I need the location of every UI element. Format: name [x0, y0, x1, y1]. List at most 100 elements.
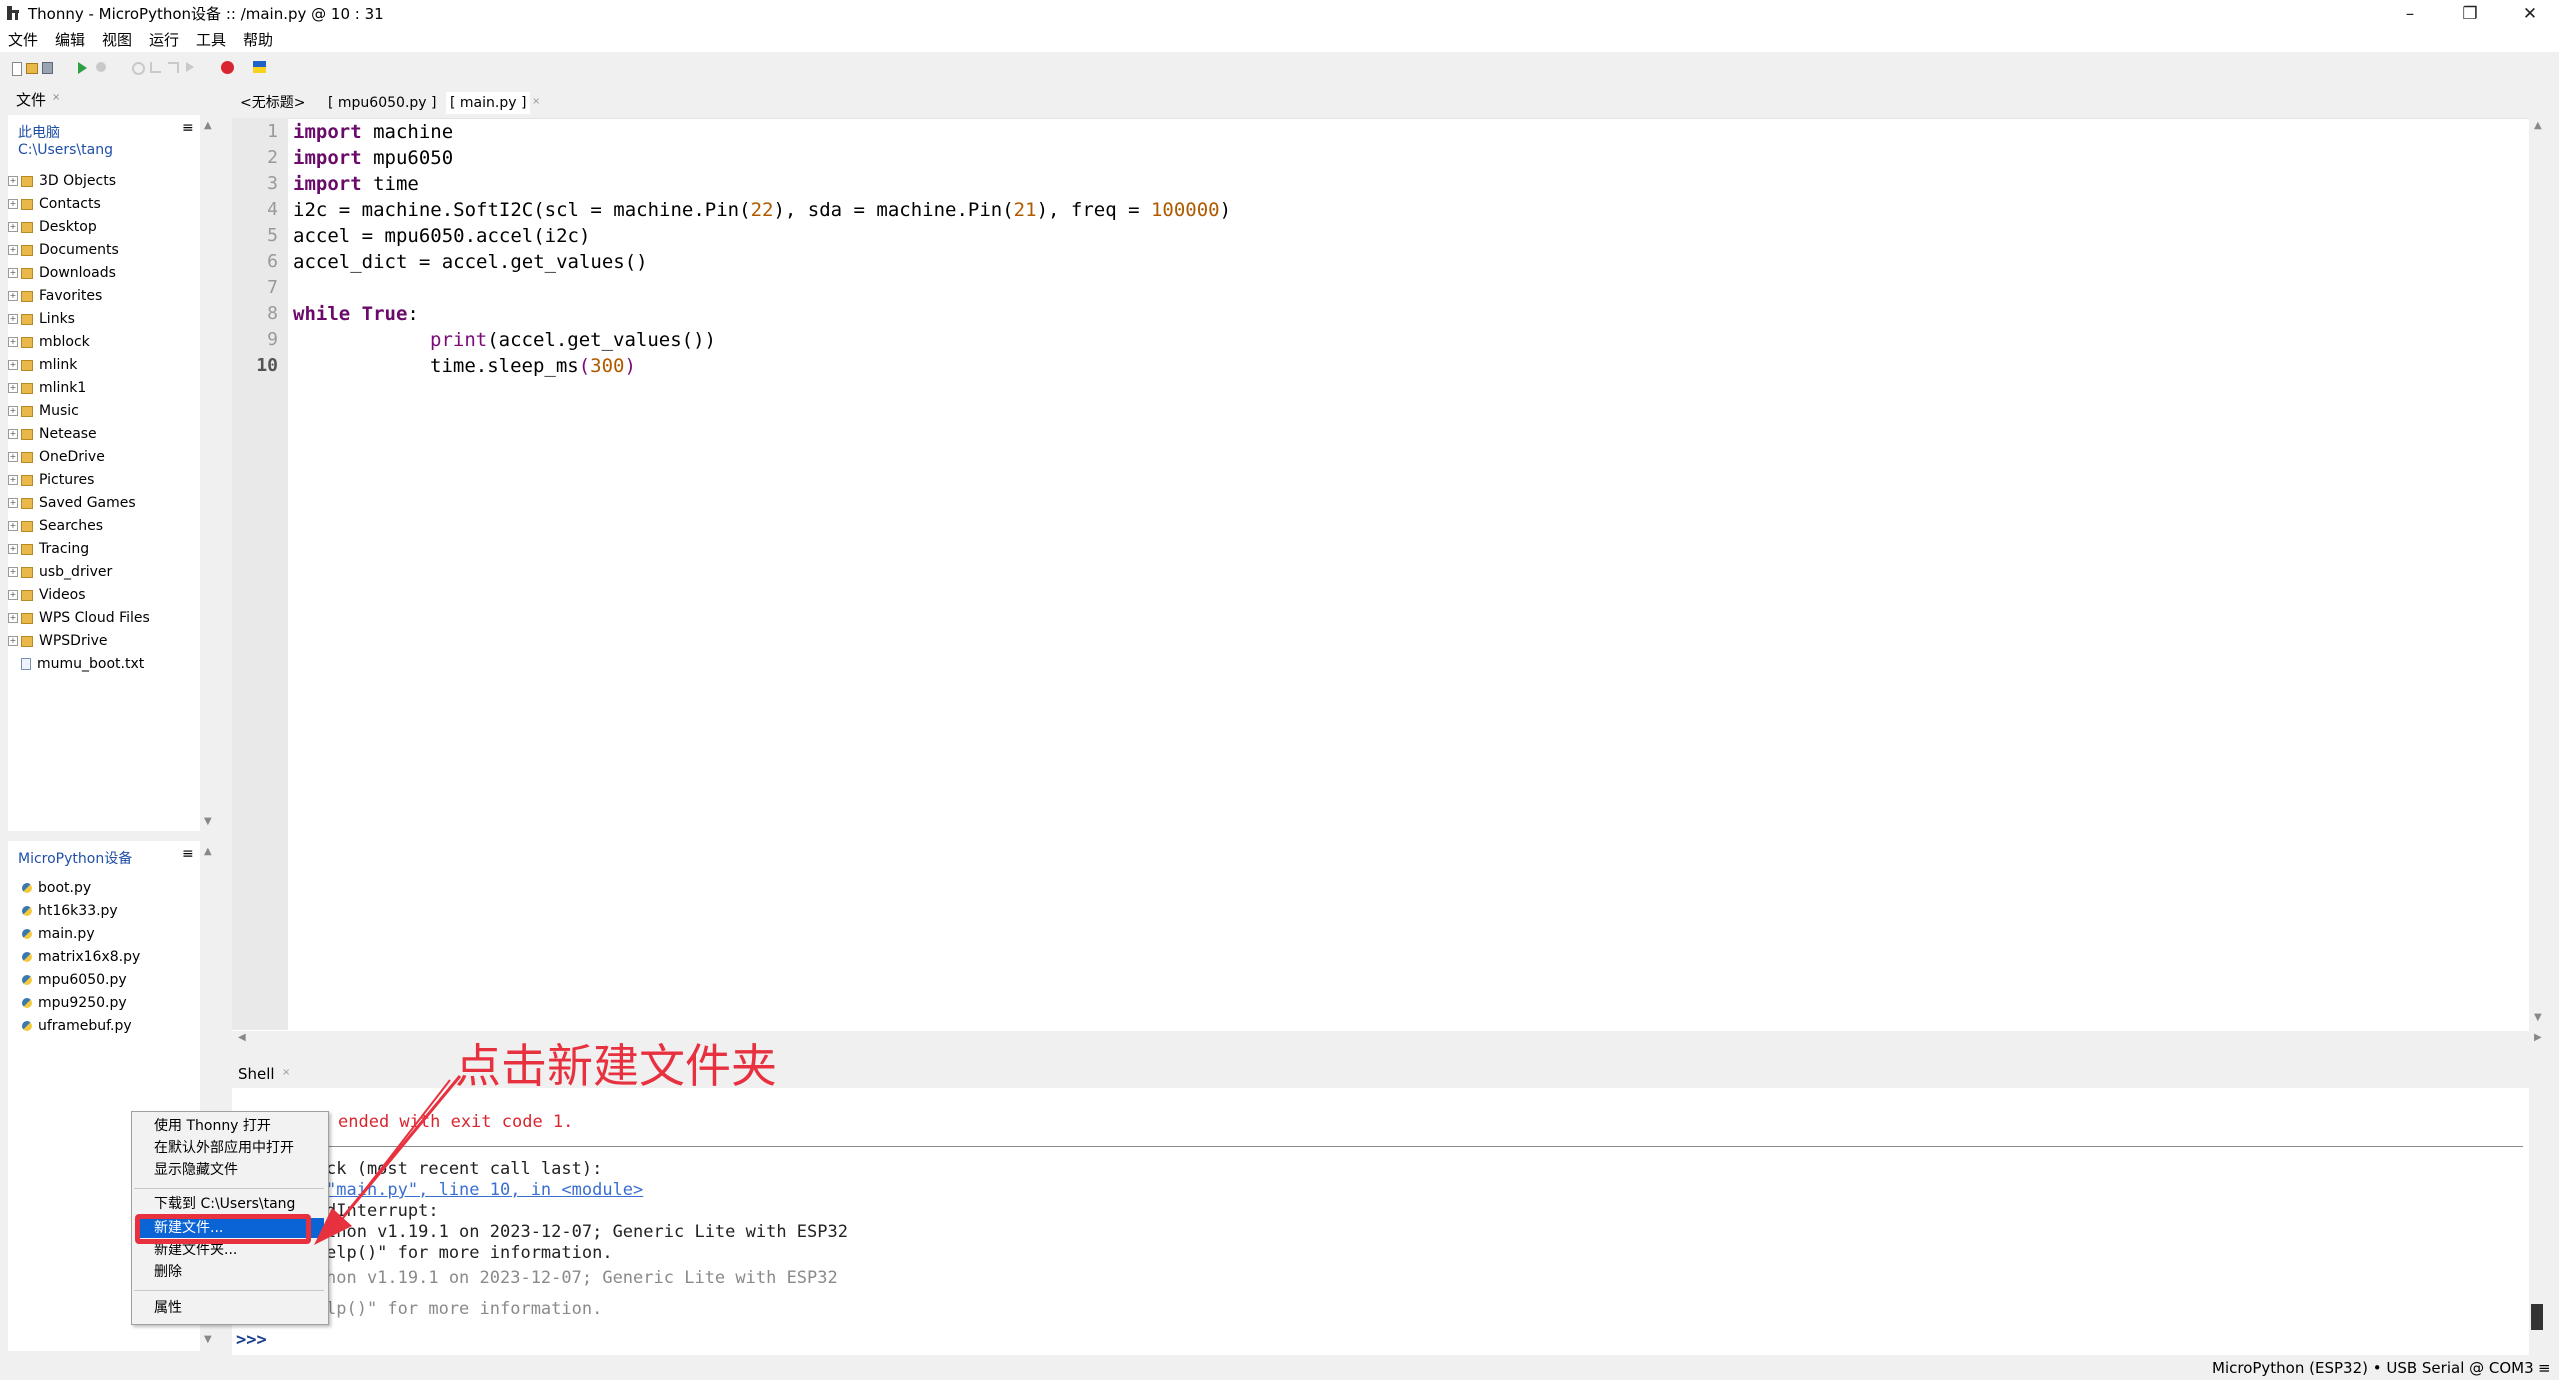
tree-item[interactable]: + Tracing: [8, 538, 150, 561]
shell-prompt[interactable]: >>>: [236, 1330, 267, 1351]
expand-icon[interactable]: +: [8, 360, 18, 370]
tree-item[interactable]: + Searches: [8, 515, 150, 538]
step-over-icon[interactable]: [132, 62, 145, 75]
expand-icon[interactable]: +: [8, 199, 18, 209]
tree-item[interactable]: + Desktop: [8, 216, 150, 239]
expand-icon[interactable]: +: [8, 268, 18, 278]
menu-edit[interactable]: 编辑: [55, 30, 85, 50]
shell-scrollbar-thumb[interactable]: [2531, 1304, 2543, 1330]
device-file-item[interactable]: uframebuf.py: [22, 1015, 140, 1038]
tree-item[interactable]: mumu_boot.txt: [8, 653, 150, 676]
menu-view[interactable]: 视图: [102, 30, 132, 50]
restore-button[interactable]: ❐: [2440, 0, 2500, 28]
tab-main[interactable]: [ main.py ]: [446, 92, 531, 114]
menu-open-external[interactable]: 在默认外部应用中打开: [154, 1138, 294, 1158]
expand-icon[interactable]: +: [8, 176, 18, 186]
tree-item[interactable]: + Links: [8, 308, 150, 331]
expand-icon[interactable]: +: [8, 567, 18, 577]
run-icon[interactable]: [78, 62, 87, 74]
menu-run[interactable]: 运行: [149, 30, 179, 50]
minimize-button[interactable]: –: [2380, 0, 2440, 28]
expand-icon[interactable]: +: [8, 406, 18, 416]
tree-item[interactable]: + WPS Cloud Files: [8, 607, 150, 630]
tree-item[interactable]: + usb_driver: [8, 561, 150, 584]
device-scroll-down-icon[interactable]: ▼: [204, 1334, 212, 1345]
expand-icon[interactable]: +: [8, 498, 18, 508]
current-path[interactable]: C:\Users\tang: [18, 142, 113, 158]
status-menu-icon[interactable]: ≡: [2538, 1358, 2551, 1378]
open-file-icon[interactable]: [26, 63, 38, 74]
menu-properties[interactable]: 属性: [154, 1298, 182, 1318]
step-out-icon[interactable]: [168, 62, 179, 73]
device-menu-icon[interactable]: ≡: [182, 846, 194, 862]
tree-item[interactable]: +3D Objects: [8, 170, 150, 193]
this-pc-label[interactable]: 此电脑: [18, 122, 60, 142]
device-file-item[interactable]: mpu9250.py: [22, 992, 140, 1015]
files-tab-close-icon[interactable]: ×: [52, 92, 60, 103]
interpreter-status[interactable]: MicroPython (ESP32) • USB Serial @ COM3: [2212, 1358, 2534, 1378]
device-file-item[interactable]: matrix16x8.py: [22, 946, 140, 969]
menu-help[interactable]: 帮助: [243, 30, 273, 50]
tab-close-icon[interactable]: ×: [532, 96, 540, 107]
tree-item[interactable]: + Favorites: [8, 285, 150, 308]
shell-tab[interactable]: Shell: [238, 1064, 275, 1084]
expand-icon[interactable]: +: [8, 337, 18, 347]
micropython-device-label[interactable]: MicroPython设备: [18, 848, 132, 868]
stop-icon[interactable]: [221, 61, 234, 74]
shell-tab-close-icon[interactable]: ×: [282, 1067, 290, 1078]
device-file-item[interactable]: mpu6050.py: [22, 969, 140, 992]
expand-icon[interactable]: +: [8, 383, 18, 393]
editor-scroll-left-icon[interactable]: ◀: [238, 1032, 246, 1043]
tree-item[interactable]: + Videos: [8, 584, 150, 607]
resume-icon[interactable]: [186, 62, 194, 72]
new-file-icon[interactable]: [12, 62, 22, 76]
scroll-up-icon[interactable]: ▲: [204, 120, 212, 131]
tree-item[interactable]: + Downloads: [8, 262, 150, 285]
expand-icon[interactable]: +: [8, 222, 18, 232]
files-tab[interactable]: 文件: [16, 90, 46, 110]
device-file-item[interactable]: main.py: [22, 923, 140, 946]
expand-icon[interactable]: +: [8, 245, 18, 255]
expand-icon[interactable]: +: [8, 613, 18, 623]
tree-item[interactable]: + Music: [8, 400, 150, 423]
expand-icon[interactable]: +: [8, 291, 18, 301]
local-menu-icon[interactable]: ≡: [182, 120, 194, 136]
expand-icon[interactable]: +: [8, 590, 18, 600]
tree-item[interactable]: + mlink: [8, 354, 150, 377]
save-icon[interactable]: [42, 62, 53, 74]
tree-item[interactable]: + Documents: [8, 239, 150, 262]
editor-scroll-down-icon[interactable]: ▼: [2534, 1012, 2542, 1023]
debug-icon[interactable]: [96, 62, 106, 72]
tree-item[interactable]: + Pictures: [8, 469, 150, 492]
tree-item[interactable]: + Contacts: [8, 193, 150, 216]
expand-icon[interactable]: +: [8, 521, 18, 531]
expand-icon[interactable]: +: [8, 452, 18, 462]
tab-untitled[interactable]: <无标题>: [240, 92, 305, 114]
menu-file[interactable]: 文件: [8, 30, 38, 50]
tree-item[interactable]: + mlink1: [8, 377, 150, 400]
tree-item[interactable]: + mblock: [8, 331, 150, 354]
tree-item[interactable]: + Saved Games: [8, 492, 150, 515]
menu-tools[interactable]: 工具: [196, 30, 226, 50]
expand-icon[interactable]: +: [8, 636, 18, 646]
menu-download-to[interactable]: 下载到 C:\Users\tang: [154, 1194, 295, 1214]
menu-open-in-thonny[interactable]: 使用 Thonny 打开: [154, 1116, 271, 1136]
close-button[interactable]: ✕: [2500, 0, 2559, 28]
device-file-item[interactable]: boot.py: [22, 877, 140, 900]
expand-icon[interactable]: +: [8, 314, 18, 324]
editor-scroll-right-icon[interactable]: ▶: [2534, 1032, 2542, 1043]
tree-item[interactable]: + Netease: [8, 423, 150, 446]
expand-icon[interactable]: +: [8, 429, 18, 439]
tab-mpu6050[interactable]: [ mpu6050.py ]: [328, 92, 436, 114]
tree-item[interactable]: + WPSDrive: [8, 630, 150, 653]
menu-delete[interactable]: 删除: [154, 1262, 182, 1282]
menu-show-hidden[interactable]: 显示隐藏文件: [154, 1160, 238, 1180]
tree-item[interactable]: + OneDrive: [8, 446, 150, 469]
device-scroll-up-icon[interactable]: ▲: [204, 846, 212, 857]
expand-icon[interactable]: +: [8, 475, 18, 485]
device-file-item[interactable]: ht16k33.py: [22, 900, 140, 923]
step-into-icon[interactable]: [150, 62, 161, 73]
scroll-down-icon[interactable]: ▼: [204, 816, 212, 827]
editor-scroll-up-icon[interactable]: ▲: [2534, 120, 2542, 131]
expand-icon[interactable]: +: [8, 544, 18, 554]
